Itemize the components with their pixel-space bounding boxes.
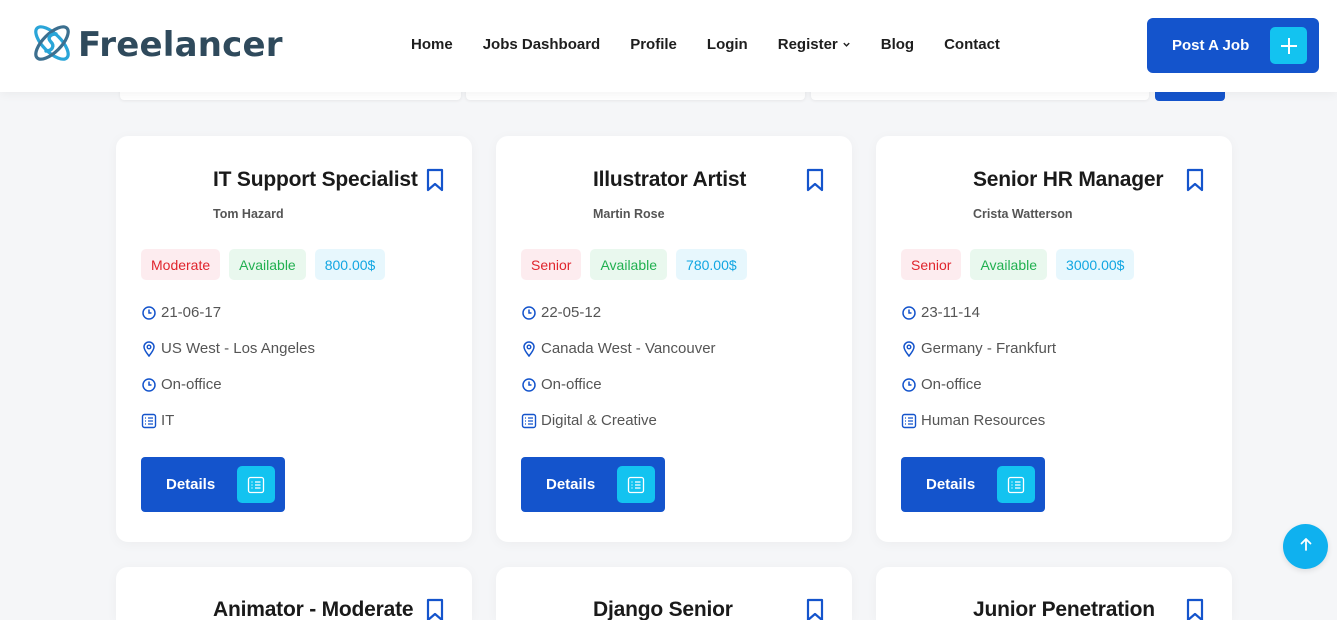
- details-button[interactable]: Details: [901, 457, 1045, 512]
- nav-item-jobs-dashboard[interactable]: Jobs Dashboard: [483, 36, 601, 53]
- job-author: Tom Hazard: [213, 207, 284, 221]
- bookmark-icon[interactable]: [1185, 168, 1205, 192]
- status-badge: Available: [229, 249, 306, 280]
- chevron-down-icon: [842, 40, 851, 49]
- nav-item-register-label: Register: [777, 36, 838, 53]
- job-location-value: US West - Los Angeles: [161, 340, 315, 357]
- list-icon: [997, 466, 1035, 503]
- map-pin-icon: [521, 340, 537, 357]
- list-icon: [141, 413, 157, 429]
- job-location: Canada West - Vancouver: [521, 340, 716, 357]
- post-job-label: Post A Job: [1172, 37, 1250, 54]
- map-pin-icon: [901, 340, 917, 357]
- job-work-type-value: On-office: [541, 376, 602, 393]
- job-date: 21-06-17: [141, 304, 221, 321]
- post-job-button[interactable]: Post A Job: [1147, 18, 1319, 73]
- details-button[interactable]: Details: [521, 457, 665, 512]
- job-category: IT: [141, 412, 174, 429]
- bookmark-icon[interactable]: [805, 168, 825, 192]
- clock-icon: [141, 377, 157, 393]
- job-location-value: Canada West - Vancouver: [541, 340, 716, 357]
- clock-icon: [521, 305, 537, 321]
- job-card: Junior Penetration: [876, 567, 1232, 620]
- job-badges: Senior Available 3000.00$: [901, 249, 1143, 280]
- arrow-up-icon: [1298, 536, 1314, 557]
- job-author: Martin Rose: [593, 207, 665, 221]
- job-category: Digital & Creative: [521, 412, 657, 429]
- plus-icon: [1270, 27, 1307, 64]
- job-category-value: Human Resources: [921, 412, 1046, 429]
- job-card: Animator - Moderate: [116, 567, 472, 620]
- brand-name: Freelancer: [78, 25, 283, 65]
- nav-item-login[interactable]: Login: [707, 36, 748, 53]
- clock-icon: [521, 377, 537, 393]
- job-date-value: 23-11-14: [921, 304, 980, 321]
- bookmark-icon[interactable]: [1185, 598, 1205, 620]
- status-badge: Available: [590, 249, 668, 280]
- level-badge: Senior: [521, 249, 582, 280]
- nav-item-profile[interactable]: Profile: [630, 36, 677, 53]
- job-work-type: On-office: [141, 376, 222, 393]
- site-header: Freelancer Home Jobs Dashboard Profile L…: [0, 0, 1337, 92]
- job-category-value: IT: [161, 412, 175, 429]
- clock-icon: [901, 377, 917, 393]
- job-date-value: 22-05-12: [541, 304, 602, 321]
- job-title[interactable]: Senior HR Manager: [973, 168, 1164, 192]
- job-card: Django Senior: [496, 567, 852, 620]
- job-work-type-value: On-office: [161, 376, 222, 393]
- job-category-value: Digital & Creative: [541, 412, 657, 429]
- job-author: Crista Watterson: [973, 207, 1073, 221]
- job-date: 22-05-12: [521, 304, 601, 321]
- bookmark-icon[interactable]: [425, 598, 445, 620]
- job-location: Germany - Frankfurt: [901, 340, 1056, 357]
- scroll-to-top-button[interactable]: [1283, 524, 1328, 569]
- clock-icon: [141, 305, 157, 321]
- logo-icon: [28, 19, 76, 72]
- map-pin-icon: [141, 340, 157, 357]
- nav-item-contact[interactable]: Contact: [944, 36, 1000, 53]
- job-title[interactable]: IT Support Specialist: [213, 168, 418, 192]
- job-title[interactable]: Animator - Moderate: [213, 598, 414, 620]
- price-badge: 780.00$: [676, 249, 747, 280]
- nav-item-home[interactable]: Home: [411, 36, 453, 53]
- bookmark-icon[interactable]: [425, 168, 445, 192]
- job-title[interactable]: Junior Penetration: [973, 598, 1155, 620]
- job-title[interactable]: Illustrator Artist: [593, 168, 746, 192]
- bookmark-icon[interactable]: [805, 598, 825, 620]
- job-work-type-value: On-office: [921, 376, 982, 393]
- nav-item-blog[interactable]: Blog: [881, 36, 914, 53]
- job-work-type: On-office: [901, 376, 982, 393]
- details-label: Details: [546, 476, 596, 493]
- nav-item-register[interactable]: Register: [778, 36, 851, 53]
- job-work-type: On-office: [521, 376, 602, 393]
- clock-icon: [901, 305, 917, 321]
- job-date-value: 21-06-17: [161, 304, 222, 321]
- details-label: Details: [166, 476, 216, 493]
- job-category: Human Resources: [901, 412, 1045, 429]
- main-nav: Home Jobs Dashboard Profile Login Regist…: [411, 36, 1030, 53]
- details-label: Details: [926, 476, 976, 493]
- level-badge: Moderate: [141, 249, 221, 280]
- price-badge: 800.00$: [314, 249, 386, 280]
- job-location: US West - Los Angeles: [141, 340, 315, 357]
- price-badge: 3000.00$: [1056, 249, 1135, 280]
- job-date: 23-11-14: [901, 304, 980, 321]
- status-badge: Available: [970, 249, 1048, 280]
- job-card: IT Support Specialist Tom Hazard Moderat…: [116, 136, 472, 542]
- job-badges: Senior Available 780.00$: [521, 249, 756, 280]
- job-card: Senior HR Manager Crista Watterson Senio…: [876, 136, 1232, 542]
- list-icon: [617, 466, 655, 503]
- list-icon: [521, 413, 537, 429]
- job-location-value: Germany - Frankfurt: [921, 340, 1057, 357]
- job-badges: Moderate Available 800.00$: [141, 249, 394, 280]
- list-icon: [237, 466, 275, 503]
- job-card: Illustrator Artist Martin Rose Senior Av…: [496, 136, 852, 542]
- job-title[interactable]: Django Senior: [593, 598, 733, 620]
- brand-logo[interactable]: Freelancer: [28, 20, 283, 70]
- level-badge: Senior: [901, 249, 962, 280]
- details-button[interactable]: Details: [141, 457, 285, 512]
- list-icon: [901, 413, 917, 429]
